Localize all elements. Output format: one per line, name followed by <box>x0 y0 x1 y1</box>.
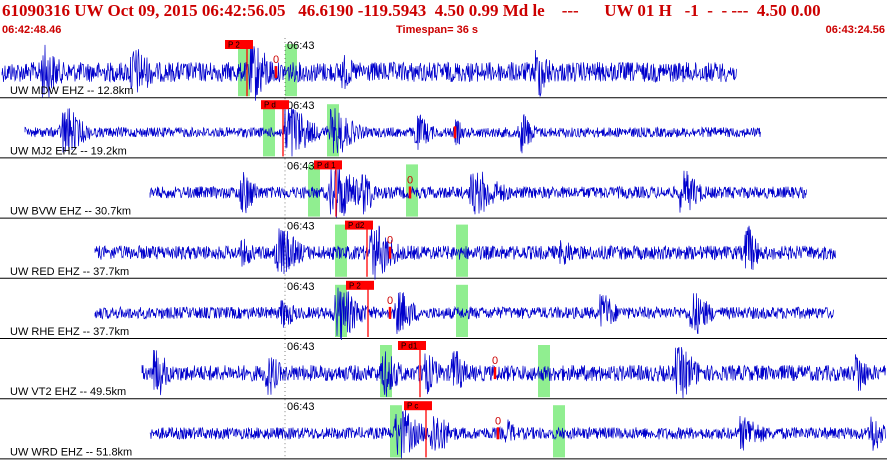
minute-label: 06:43 <box>287 401 315 413</box>
minute-label: 06:43 <box>287 40 315 52</box>
header-bar: 61090316 UW Oct 09, 2015 06:42:56.05 46.… <box>0 0 887 24</box>
coda-label: 0 <box>273 54 279 66</box>
minute-label: 06:43 <box>287 281 315 293</box>
trace-row[interactable]: 06:43 P d 1 0 UW BVW EHZ -- 30.7km <box>0 158 887 219</box>
trace-row[interactable]: 06:43 P 2 0 UW MDW EHZ -- 12.8km <box>0 38 887 101</box>
trace-row[interactable]: 06:43 P d UW MJ2 EHZ -- 19.2km <box>0 98 887 159</box>
trace-row[interactable]: 06:43 P d2 0 UW RED EHZ -- 37.7km <box>0 218 887 280</box>
coda-label: 0 <box>492 355 498 367</box>
station-label: UW RHE EHZ -- 37.7km <box>10 326 129 338</box>
station-label: UW WRD EHZ -- 51.8km <box>10 446 132 458</box>
seismogram-panel[interactable]: 06:43 P 2 0 UW MDW EHZ -- 12.8km 06:43 P d UW … <box>0 38 887 460</box>
coda-label: 0 <box>387 235 393 247</box>
waveform <box>149 165 807 218</box>
waveform <box>24 103 761 157</box>
pick-label: P 2 <box>228 41 240 50</box>
coda-label: 0 <box>387 295 393 307</box>
minute-label: 06:43 <box>287 100 315 112</box>
trace-row[interactable]: 06:43 P c 0 UW WRD EHZ -- 51.8km <box>0 399 887 460</box>
station-label: UW BVW EHZ -- 30.7km <box>10 206 131 218</box>
station-label: UW RED EHZ -- 37.7km <box>10 266 129 278</box>
pick-label: P d2 <box>348 221 365 230</box>
waveform <box>149 408 886 459</box>
minute-label: 06:43 <box>287 160 315 172</box>
waveform <box>141 347 886 399</box>
station-label: UW MJ2 EHZ -- 19.2km <box>10 145 127 157</box>
time-bar: 06:42:48.46 Timespan= 36 s 06:43:24.56 <box>0 24 887 38</box>
timespan-label: Timespan= 36 s <box>396 24 479 36</box>
time-window <box>335 224 347 277</box>
coda-label: 0 <box>407 175 413 187</box>
pick-label: P 2 <box>349 281 361 290</box>
pick-label: P d 1 <box>317 161 336 170</box>
station-label: UW VT2 EHZ -- 49.5km <box>10 386 126 398</box>
pick-label: P c <box>407 402 418 411</box>
pick-label: P d1 <box>401 342 418 351</box>
minute-label: 06:43 <box>287 221 315 233</box>
event-title: 61090316 UW Oct 09, 2015 06:42:56.05 46.… <box>2 1 821 20</box>
trace-row[interactable]: 06:43 P 2 0 UW RHE EHZ -- 37.7km <box>0 278 887 341</box>
station-label: UW MDW EHZ -- 12.8km <box>10 85 133 97</box>
minute-label: 06:43 <box>287 341 315 353</box>
start-time: 06:42:48.46 <box>2 24 62 36</box>
coda-label: 0 <box>495 415 501 427</box>
pick-label: P d <box>264 101 276 110</box>
trace-row[interactable]: 06:43 P d1 0 UW VT2 EHZ -- 49.5km <box>0 339 887 400</box>
end-time: 06:43:24.56 <box>825 24 885 36</box>
